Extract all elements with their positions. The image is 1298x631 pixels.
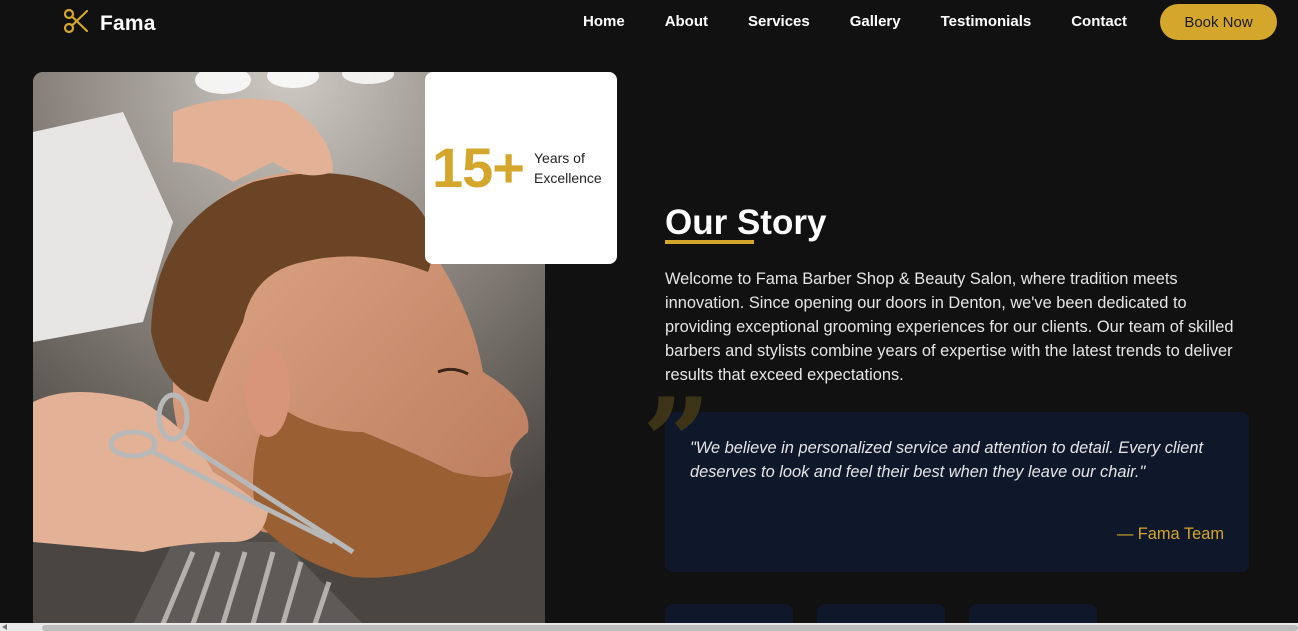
years-number: 15+: [432, 136, 525, 199]
nav-link-about[interactable]: About: [665, 12, 708, 32]
years-label-line2: Excellence: [534, 170, 602, 186]
scroll-left-icon[interactable]: [2, 624, 7, 630]
nav-link-testimonials[interactable]: Testimonials: [941, 12, 1032, 32]
brand-name: Fama: [100, 11, 156, 35]
experience-badge: 15+ Years of Excellence: [425, 72, 617, 264]
nav-link-gallery[interactable]: Gallery: [850, 12, 901, 32]
top-navbar: Fama Home About Services Gallery Testimo…: [0, 0, 1298, 45]
nav-menu: Home About Services Gallery Testimonials…: [583, 12, 1167, 32]
book-now-button[interactable]: Book Now: [1160, 4, 1277, 40]
story-paragraph: Welcome to Fama Barber Shop & Beauty Sal…: [665, 270, 1234, 384]
nav-link-services[interactable]: Services: [748, 12, 810, 32]
scissors-icon: [62, 7, 90, 40]
scrollbar-thumb[interactable]: [42, 625, 1298, 631]
quote-text: "We believe in personalized service and …: [690, 439, 1203, 481]
title-underline: [665, 240, 754, 244]
years-label-line1: Years of: [534, 150, 585, 166]
section-title: Our Story: [665, 203, 827, 242]
brand-logo[interactable]: Fama: [62, 7, 156, 40]
quote-author: — Fama Team: [1116, 525, 1224, 543]
nav-link-home[interactable]: Home: [583, 12, 625, 32]
nav-link-contact[interactable]: Contact: [1071, 12, 1127, 32]
years-label: Years of Excellence: [534, 148, 614, 188]
